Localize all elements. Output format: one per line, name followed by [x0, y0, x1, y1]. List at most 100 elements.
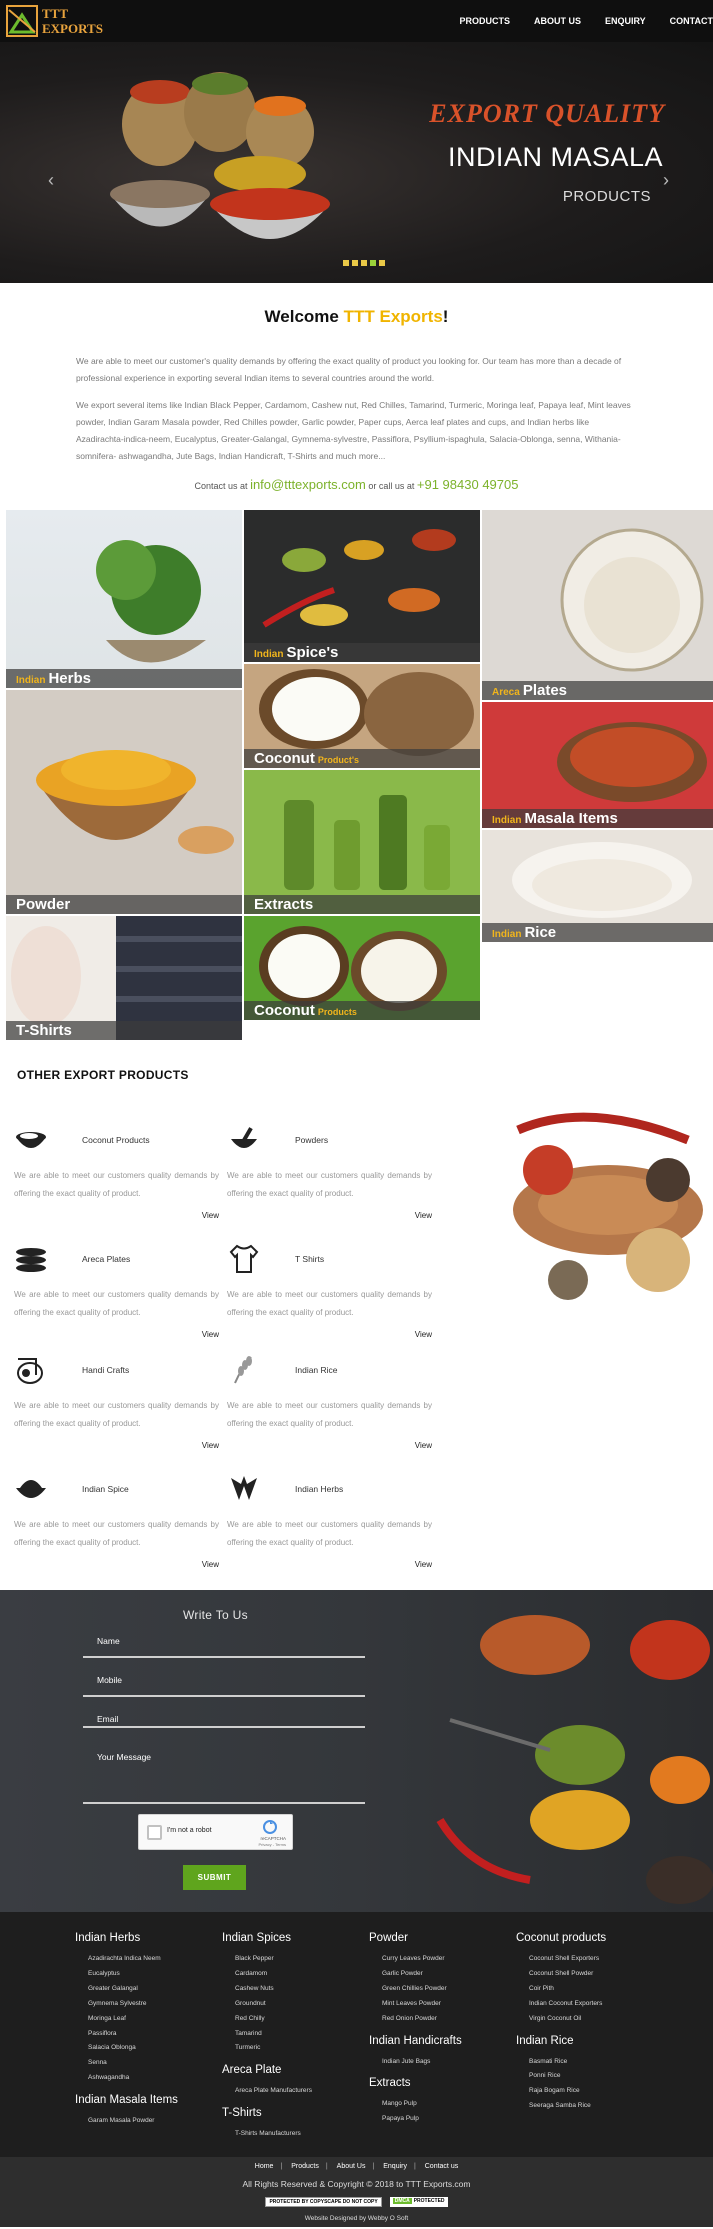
footer-link[interactable]: Papaya Pulp	[382, 2112, 462, 2127]
footer-link[interactable]: Virgin Coconut Oil	[529, 2012, 606, 2027]
footer-handicrafts-title: Indian Handicrafts	[369, 2034, 462, 2047]
mobile-field[interactable]: Mobile	[83, 1675, 365, 1697]
view-link[interactable]: View	[415, 1441, 432, 1450]
footer-handicrafts-list: Indian Jute Bags	[369, 2055, 462, 2070]
footer-link[interactable]: Green Chillies Powder	[382, 1982, 462, 1997]
bottom-link-about[interactable]: About Us	[337, 2163, 366, 2170]
recaptcha-checkbox[interactable]	[147, 1825, 162, 1840]
plates-image	[560, 528, 704, 672]
footer-link[interactable]: Cardamom	[235, 1967, 312, 1982]
footer-link[interactable]: Red Chilly	[235, 2012, 312, 2027]
footer-link[interactable]: Senna	[88, 2056, 178, 2071]
tile-coconut-products-2[interactable]: Coconut Products	[244, 916, 480, 1020]
bottom-link-contact[interactable]: Contact us	[425, 2163, 458, 2170]
footer-link[interactable]: Garam Masala Powder	[88, 2114, 178, 2129]
footer-link[interactable]: Areca Plate Manufacturers	[235, 2084, 312, 2099]
bottom-link-products[interactable]: Products	[291, 2163, 319, 2170]
nav-products[interactable]: PRODUCTS	[459, 16, 510, 26]
footer-link[interactable]: Groundnut	[235, 1997, 312, 2012]
view-link[interactable]: View	[202, 1441, 219, 1450]
bottom-link-home[interactable]: Home	[255, 2163, 274, 2170]
separator: |	[280, 2163, 283, 2170]
email-field[interactable]: Email	[83, 1714, 365, 1728]
footer-link[interactable]: Salacia Oblonga	[88, 2041, 178, 2056]
view-link[interactable]: View	[415, 1330, 432, 1339]
nav-enquiry[interactable]: ENQUIRY	[605, 16, 646, 26]
tile-extracts[interactable]: Extracts	[244, 770, 480, 914]
view-link[interactable]: View	[202, 1211, 219, 1220]
footer-link[interactable]: Eucalyptus	[88, 1967, 178, 1982]
dmca-badge[interactable]: DMCA PROTECTED	[389, 2197, 448, 2207]
slider-next-arrow[interactable]: ›	[663, 170, 669, 191]
logo[interactable]: TTT EXPORTS	[6, 5, 103, 37]
footer-link[interactable]: Mint Leaves Powder	[382, 1997, 462, 2012]
designer-credit[interactable]: Website Designed by Webby O Soft	[0, 2215, 713, 2222]
footer-link[interactable]: Raja Bogam Rice	[529, 2084, 606, 2099]
slider-dot[interactable]	[343, 260, 349, 266]
footer-link[interactable]: Azadirachta Indica Neem	[88, 1952, 178, 1967]
footer-link[interactable]: Passiflora	[88, 2027, 178, 2042]
footer-link[interactable]: Cashew Nuts	[235, 1982, 312, 1997]
submit-button[interactable]: SUBMIT	[183, 1865, 246, 1890]
view-link[interactable]: View	[415, 1211, 432, 1220]
slider-dot[interactable]	[352, 260, 358, 266]
nav-contact[interactable]: CONTACT	[670, 16, 713, 26]
tile-coconut-products[interactable]: Coconut Product's	[244, 664, 480, 768]
tile-masala-items[interactable]: Indian Masala Items	[482, 702, 713, 828]
footer-link[interactable]: Greater Galangal	[88, 1982, 178, 1997]
view-link[interactable]: View	[415, 1560, 432, 1569]
tile-label: Extracts	[254, 896, 314, 913]
footer-tshirts-title: T-Shirts	[222, 2107, 262, 2120]
contact-email-link[interactable]: info@tttexports.com	[250, 477, 366, 492]
slider-dot[interactable]	[379, 260, 385, 266]
bottom-link-enquiry[interactable]: Enquiry	[383, 2163, 407, 2170]
tile-plates[interactable]: Areca Plates	[482, 510, 713, 700]
footer-link[interactable]: Tamarind	[235, 2027, 312, 2042]
footer-link[interactable]: Coconut Shell Exporters	[529, 1952, 606, 1967]
tile-herbs[interactable]: Indian Herbs	[6, 510, 242, 688]
tile-spices[interactable]: Indian Spice's	[244, 510, 480, 662]
tile-rice[interactable]: Indian Rice	[482, 830, 713, 942]
footer-link[interactable]: Seeraga Samba Rice	[529, 2099, 606, 2114]
footer-link[interactable]: Indian Jute Bags	[382, 2055, 462, 2070]
recaptcha-terms[interactable]: Privacy - Terms	[259, 1842, 286, 1847]
footer-powder-title: Powder	[369, 1932, 408, 1944]
footer-link[interactable]: Ashwagandha	[88, 2071, 178, 2086]
herbs-image	[96, 540, 206, 663]
footer-link[interactable]: Moringa Leaf	[88, 2012, 178, 2027]
hero-title-sub: PRODUCTS	[562, 188, 651, 205]
slider-dot[interactable]	[370, 260, 376, 266]
footer-link[interactable]: Indian Coconut Exporters	[529, 1997, 606, 2012]
footer-link[interactable]: Red Onion Powder	[382, 2012, 462, 2027]
footer-link[interactable]: Mango Pulp	[382, 2097, 462, 2112]
footer-link[interactable]: Basmati Rice	[529, 2055, 606, 2070]
footer-link[interactable]: Gymnema Sylvestre	[88, 1997, 178, 2012]
footer-link[interactable]: Black Pepper	[235, 1952, 312, 1967]
contact-form-section: Write To Us Name Mobile Email Your Messa…	[0, 1590, 713, 1912]
message-field[interactable]: Your Message	[83, 1752, 365, 1804]
footer-link[interactable]: Garlic Powder	[382, 1967, 462, 1982]
contact-phone-link[interactable]: +91 98430 49705	[417, 477, 519, 492]
footer-link[interactable]: Turmeric	[235, 2041, 312, 2056]
footer-link[interactable]: T-Shirts Manufacturers	[235, 2127, 312, 2142]
footer-link[interactable]: Ponni Rice	[529, 2069, 606, 2084]
tile-tshirts[interactable]: T-Shirts	[6, 916, 242, 1040]
footer-link[interactable]: Curry Leaves Powder	[382, 1952, 462, 1967]
turmeric-powder-image	[36, 750, 234, 854]
footer-link[interactable]: Coconut Shell Powder	[529, 1967, 606, 1982]
footer-herbs-title: Indian Herbs	[75, 1932, 141, 1944]
footer-areca-list: Areca Plate Manufacturers	[222, 2084, 312, 2099]
nav-about-us[interactable]: ABOUT US	[534, 16, 581, 26]
name-field[interactable]: Name	[83, 1636, 365, 1658]
product-desc: We are able to meet our customers qualit…	[227, 1520, 432, 1547]
footer-link[interactable]: Coir Pith	[529, 1982, 606, 1997]
tile-powder[interactable]: Powder	[6, 690, 242, 914]
hero-slider: ‹ › EXPORT QUALITY INDIAN MASALA PRODUCT…	[0, 42, 713, 283]
copyscape-badge[interactable]: PROTECTED BY COPYSCAPE DO NOT COPY	[265, 2197, 382, 2207]
view-link[interactable]: View	[202, 1560, 219, 1569]
view-link[interactable]: View	[202, 1330, 219, 1339]
rice-icon	[234, 1356, 252, 1384]
slider-prev-arrow[interactable]: ‹	[48, 170, 54, 191]
recaptcha-widget[interactable]: I'm not a robot reCAPTCHA Privacy - Term…	[138, 1814, 293, 1850]
slider-dot[interactable]	[361, 260, 367, 266]
